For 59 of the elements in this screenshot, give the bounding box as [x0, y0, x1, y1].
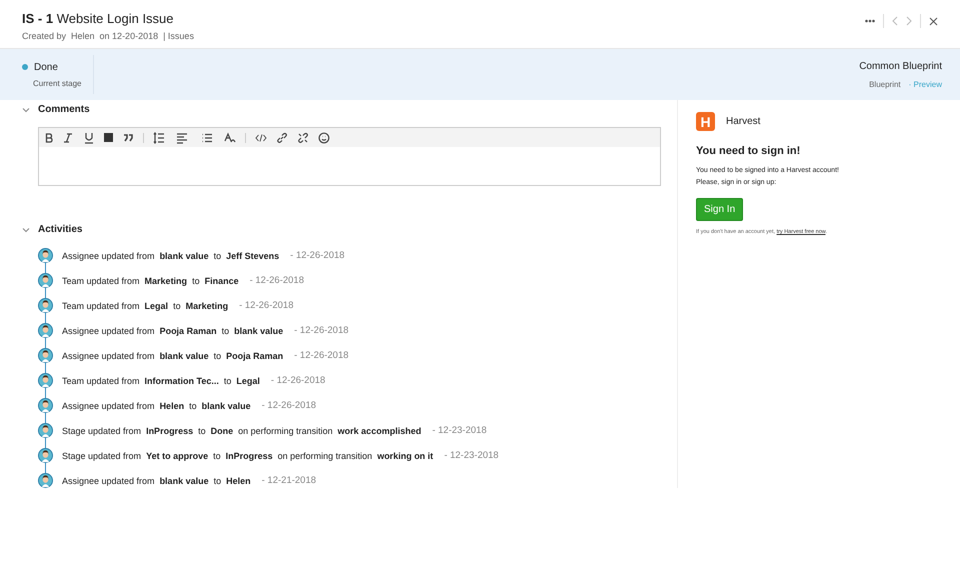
avatar-icon: [38, 298, 53, 313]
avatar-icon: [38, 348, 53, 363]
activity-date: - 12-26-2018: [294, 350, 349, 361]
avatar-icon: [38, 273, 53, 288]
harvest-logo: H: [696, 112, 715, 131]
section-title: Activities: [38, 224, 82, 235]
activity-text: Assignee updated from Pooja Raman to blank value: [62, 326, 284, 336]
close-icon[interactable]: [929, 16, 938, 26]
avatar-icon: [38, 423, 53, 438]
code-icon[interactable]: [255, 132, 267, 144]
avatar-icon: [38, 248, 53, 263]
blueprint-label: Blueprint: [869, 80, 901, 88]
activity-date: - 12-26-2018: [290, 250, 345, 261]
activity-text: Team updated from Marketing to Finance: [62, 276, 239, 286]
activity-text: Stage updated from Yet to approve to InProgress on performing transition working on it: [62, 450, 434, 460]
activity-text: Assignee updated from Helen to blank value: [62, 400, 251, 410]
avatar-icon: [38, 398, 53, 413]
more-icon[interactable]: [865, 19, 875, 23]
activity-text: Assignee updated from blank value to Pooja Raman: [62, 350, 284, 360]
activity-date: - 12-26-2018: [262, 400, 316, 411]
activity-date: - 12-26-2018: [250, 275, 304, 286]
activity-text: Team updated from Information Tec... to Legal: [62, 376, 260, 386]
activity-date: - 12-26-2018: [270, 375, 326, 386]
app-name: Harvest: [726, 116, 760, 127]
blueprint-title: Common Blueprint: [859, 60, 942, 72]
collapse-icon[interactable]: [22, 226, 30, 234]
avatar-icon: [38, 473, 53, 488]
unlink-icon[interactable]: [297, 132, 309, 144]
record-subtitle: Created by Helen on 12-20-2018 | Issues: [22, 31, 194, 41]
record-title: IS - 1 Website Login Issue: [22, 11, 175, 26]
color-block-icon[interactable]: [104, 133, 113, 142]
avatar-icon: [38, 448, 53, 463]
quote-icon[interactable]: [122, 132, 134, 144]
activity-text: Assignee updated from blank value to Helen: [62, 476, 251, 486]
stage-caption: Current stage: [33, 78, 82, 88]
link-icon[interactable]: [276, 132, 288, 144]
stage-name: Done: [34, 62, 58, 72]
activity-text: Stage updated from InProgress to Done on performing transition work accomplished: [62, 426, 422, 436]
italic-icon[interactable]: [62, 132, 74, 144]
activity-date: - 12-26-2018: [294, 325, 349, 336]
clear-format-icon[interactable]: [224, 132, 236, 144]
avatar-icon: [38, 323, 53, 338]
signin-heading: You need to sign in!: [696, 145, 802, 157]
activity-date: - 12-21-2018: [262, 475, 316, 486]
collapse-icon[interactable]: [22, 106, 30, 114]
underline-icon[interactable]: [83, 132, 95, 144]
avatar-icon: [38, 373, 53, 388]
emoji-icon[interactable]: [318, 132, 330, 144]
activity-date: - 12-23-2018: [432, 425, 487, 436]
activity-text: Team updated from Legal to Marketing: [62, 300, 228, 310]
preview-link[interactable]: · Preview: [908, 80, 942, 88]
bold-icon[interactable]: [45, 132, 53, 142]
signin-button[interactable]: Sign In: [696, 198, 744, 221]
activity-date: - 12-23-2018: [444, 450, 499, 461]
activity-date: - 12-26-2018: [239, 300, 294, 311]
activity-text: Assignee updated from blank value to Jeff Stevens: [62, 250, 280, 260]
line-spacing-icon[interactable]: [153, 132, 165, 144]
align-icon[interactable]: [174, 132, 190, 144]
section-title: Comments: [38, 104, 90, 115]
